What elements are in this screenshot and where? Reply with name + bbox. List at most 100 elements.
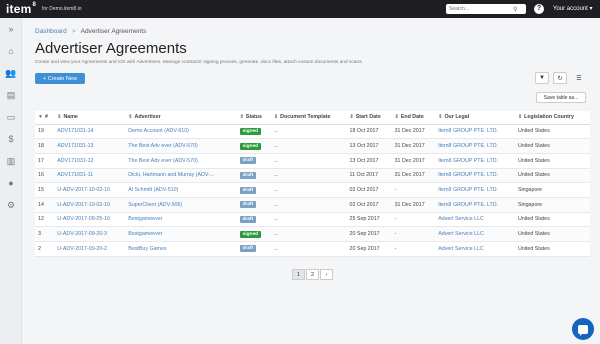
table-row[interactable]: 3 U-ADV-2017-09-20-3 Bestgameever signed...… xyxy=(35,226,590,242)
cell-country: United States xyxy=(514,241,590,257)
cell-template: ... xyxy=(270,153,347,169)
status-badge: signed xyxy=(239,142,262,150)
column-header-label: Advertiser xyxy=(134,114,161,121)
person-icon[interactable]: ● xyxy=(0,172,22,194)
create-new-button[interactable]: + Create New xyxy=(35,73,85,84)
cell-name[interactable]: U-ADV-2017-09-20-2 xyxy=(54,241,126,257)
cell-country: United States xyxy=(514,212,590,228)
next-page-button[interactable]: › xyxy=(320,269,333,280)
breadcrumb-dashboard-link[interactable]: Dashboard xyxy=(35,28,67,35)
chart-icon[interactable]: ▥ xyxy=(0,150,22,172)
cell-start: 20 Sep 2017 xyxy=(346,241,392,257)
settings-icon[interactable]: ⚙ xyxy=(0,194,22,216)
table-row[interactable]: 16 ADV171031-11 Dicki, Hartmann and Murray… xyxy=(35,168,590,184)
cell-name[interactable]: U-ADV-2017-09-20-3 xyxy=(54,226,126,242)
cell-name[interactable]: U-ADV-2017-10-02-10 xyxy=(54,197,126,213)
column-header[interactable]: ⇕ End Date xyxy=(391,111,436,125)
cell-template: ... xyxy=(270,241,347,257)
cell-legal[interactable]: Advert Service LLC xyxy=(435,241,515,257)
logo[interactable]: item8 xyxy=(6,2,36,16)
column-header-label: Legislation Country xyxy=(524,114,574,121)
cell-legal[interactable]: Item8 GROUP PTE. LTD. xyxy=(435,182,515,198)
expand-icon[interactable]: » xyxy=(0,18,22,40)
cell-legal[interactable]: Item8 GROUP PTE. LTD. xyxy=(435,197,515,213)
cell-name[interactable]: ADV171031-11 xyxy=(54,168,126,184)
cell-legal[interactable]: Advert Service LLC xyxy=(435,226,515,242)
page-2-button[interactable]: 2 xyxy=(306,269,319,280)
table-row[interactable]: 14 U-ADV-2017-10-02-10 SuperClient (ADV-50… xyxy=(35,197,590,213)
columns-button[interactable]: ☰ xyxy=(572,72,586,84)
cell-country: Singapore xyxy=(514,182,590,198)
cell-advertiser[interactable]: Al Schmitt (ADV-510) xyxy=(125,182,237,198)
page-1-button[interactable]: 1 xyxy=(292,269,305,280)
cell-name[interactable]: U-ADV-2017-09-25-10 xyxy=(54,212,126,228)
search-icon[interactable]: ⚲ xyxy=(513,6,517,13)
cell-legal[interactable]: Item8 GROUP PTE. LTD. xyxy=(435,168,515,184)
sort-icon: ⇕ xyxy=(394,114,399,121)
cell-end: - xyxy=(391,212,436,228)
columns-icon: ☰ xyxy=(576,75,582,82)
cell-name[interactable]: ADV171031-12 xyxy=(54,153,126,169)
save-table-button[interactable]: Save table as... xyxy=(536,92,586,103)
column-header-label: Start Date xyxy=(355,114,381,121)
column-header[interactable]: ⇕ Legislation Country xyxy=(514,111,590,125)
cell-id: 17 xyxy=(35,153,55,169)
cell-advertiser[interactable]: BestBuy Games xyxy=(125,241,237,257)
column-header[interactable]: ⇕ Name xyxy=(54,111,126,125)
status-badge: draft xyxy=(239,245,257,253)
breadcrumb-current: Advertiser Agreements xyxy=(80,28,147,35)
cell-start: 25 Sep 2017 xyxy=(346,212,392,228)
cell-advertiser[interactable]: Demo Account (ADV-610) xyxy=(125,124,237,140)
table-row[interactable]: 19 ADV171031-14 Demo Account (ADV-610) sign… xyxy=(35,124,590,140)
table-row[interactable]: 18 ADV171031-13 The Best Adv ever (ADV-570… xyxy=(35,138,590,154)
dollar-icon[interactable]: $ xyxy=(0,128,22,150)
cell-legal[interactable]: Item8 GROUP PTE. LTD. xyxy=(435,153,515,169)
sort-icon: ⇕ xyxy=(128,114,133,121)
cell-name[interactable]: U-ADV-2017-10-02-10 xyxy=(54,182,126,198)
cell-country: United States xyxy=(514,138,590,154)
column-header[interactable]: ⇕ Document Template xyxy=(270,111,347,125)
cell-status: draft xyxy=(236,212,271,228)
cell-legal[interactable]: Advert Service LLC xyxy=(435,212,515,228)
cell-advertiser[interactable]: Dicki, Hartmann and Murray (ADV-... xyxy=(125,168,237,184)
search-input[interactable] xyxy=(449,6,513,12)
refresh-button[interactable]: ↻ xyxy=(553,72,567,84)
agreements-table: ▼ # ⇕ Name ⇕ Advertiser ⇕ Status ⇕ Document Templ… xyxy=(35,111,590,257)
document-icon[interactable]: ▤ xyxy=(0,84,22,106)
users-icon[interactable]: 👥 xyxy=(0,62,22,84)
cell-name[interactable]: ADV171031-13 xyxy=(54,138,126,154)
table-row[interactable]: 12 U-ADV-2017-09-25-10 Bestgameever draft..… xyxy=(35,212,590,228)
table-row[interactable]: 17 ADV171031-12 The Best Adv ever (ADV-570… xyxy=(35,153,590,169)
cell-advertiser[interactable]: The Best Adv ever (ADV-570) xyxy=(125,153,237,169)
cell-legal[interactable]: Item8 GROUP PTE. LTD. xyxy=(435,124,515,140)
column-header[interactable]: ▼ # xyxy=(35,111,55,125)
column-header-label: Name xyxy=(63,114,78,121)
column-header[interactable]: ⇕ Start Date xyxy=(346,111,392,125)
column-header[interactable]: ⇕ Our Legal xyxy=(435,111,515,125)
cell-status: signed xyxy=(236,138,271,154)
money-icon[interactable]: ▭ xyxy=(0,106,22,128)
cell-advertiser[interactable]: The Best Adv ever (ADV-570) xyxy=(125,138,237,154)
chat-widget-button[interactable] xyxy=(572,318,594,340)
help-button[interactable]: ? xyxy=(534,4,544,14)
cell-advertiser[interactable]: SuperClient (ADV-506) xyxy=(125,197,237,213)
search-box[interactable]: ⚲ xyxy=(446,4,526,14)
column-header[interactable]: ⇕ Status xyxy=(236,111,271,125)
column-header[interactable]: ⇕ Advertiser xyxy=(125,111,237,125)
filter-button[interactable]: ▼ xyxy=(535,72,549,84)
cell-advertiser[interactable]: Bestgameever xyxy=(125,226,237,242)
cell-legal[interactable]: Item8 GROUP PTE. LTD. xyxy=(435,138,515,154)
cell-end: 31 Dec 2017 xyxy=(391,197,436,213)
home-icon[interactable]: ⌂ xyxy=(0,40,22,62)
cell-advertiser[interactable]: Bestgameever xyxy=(125,212,237,228)
cell-name[interactable]: ADV171031-14 xyxy=(54,124,126,140)
page-description: Create and view your Agreements and IOs … xyxy=(35,60,363,65)
status-badge: draft xyxy=(239,201,257,209)
cell-end: 31 Dec 2017 xyxy=(391,168,436,184)
account-menu[interactable]: Your account ▾ xyxy=(553,5,592,12)
cell-start: 13 Oct 2017 xyxy=(346,138,392,154)
table-row[interactable]: 15 U-ADV-2017-10-02-10 Al Schmitt (ADV-510… xyxy=(35,182,590,198)
sort-icon: ⇕ xyxy=(57,114,62,121)
cell-template: ... xyxy=(270,212,347,228)
table-row[interactable]: 2 U-ADV-2017-09-20-2 BestBuy Games draft...… xyxy=(35,241,590,257)
